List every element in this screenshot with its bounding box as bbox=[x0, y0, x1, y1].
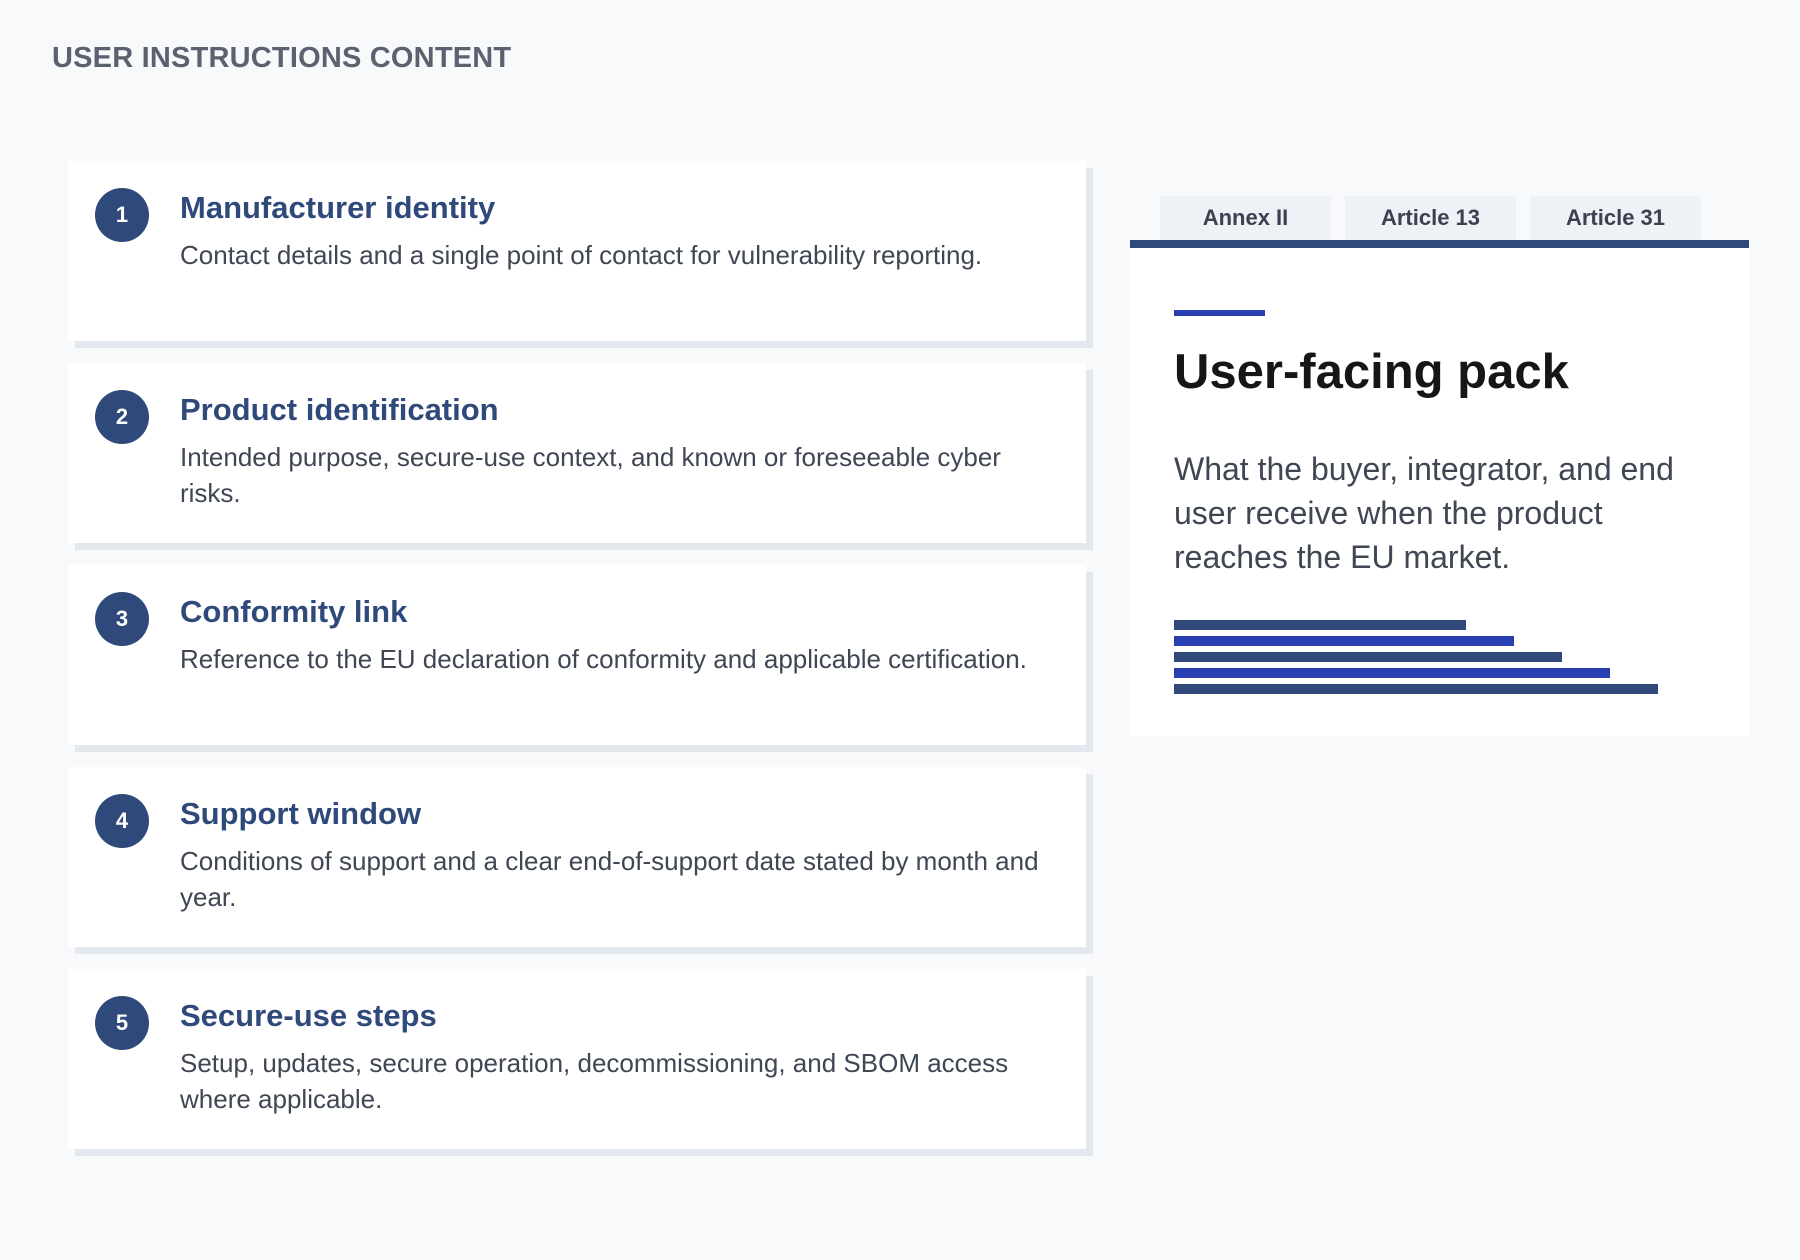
step-title: Secure-use steps bbox=[180, 998, 437, 1033]
card-body: 4 Support window Conditions of support a… bbox=[68, 767, 1086, 947]
user-facing-pack-panel: User-facing pack What the buyer, integra… bbox=[1130, 240, 1749, 736]
step-title: Support window bbox=[180, 796, 422, 831]
steps-list: 1 Manufacturer identity Contact details … bbox=[68, 161, 1093, 1171]
card-body: 3 Conformity link Reference to the EU de… bbox=[68, 565, 1086, 745]
panel-description: What the buyer, integrator, and end user… bbox=[1174, 451, 1674, 575]
step-description: Contact details and a single point of co… bbox=[180, 240, 983, 270]
step-card-1: 1 Manufacturer identity Contact details … bbox=[68, 161, 1093, 348]
reference-tabs: Annex II Article 13 Article 31 bbox=[1160, 196, 1701, 240]
step-number-badge: 3 bbox=[95, 592, 149, 646]
page-title: USER INSTRUCTIONS CONTENT bbox=[52, 42, 512, 74]
decorative-bar bbox=[1174, 620, 1466, 630]
step-number-badge: 1 bbox=[95, 188, 149, 242]
card-body: 2 Product identification Intended purpos… bbox=[68, 363, 1086, 543]
step-card-3: 3 Conformity link Reference to the EU de… bbox=[68, 565, 1093, 752]
card-body: 1 Manufacturer identity Contact details … bbox=[68, 161, 1086, 341]
step-description: Conditions of support and a clear end-of… bbox=[180, 846, 1039, 912]
card-body: 5 Secure-use steps Setup, updates, secur… bbox=[68, 969, 1086, 1149]
tab-article-13[interactable]: Article 13 bbox=[1345, 196, 1516, 240]
step-number-badge: 2 bbox=[95, 390, 149, 444]
decorative-bars bbox=[1174, 620, 1658, 700]
accent-rule bbox=[1174, 310, 1265, 316]
step-title: Manufacturer identity bbox=[180, 190, 496, 225]
tab-article-31[interactable]: Article 31 bbox=[1530, 196, 1701, 240]
step-card-2: 2 Product identification Intended purpos… bbox=[68, 363, 1093, 550]
step-title: Conformity link bbox=[180, 594, 408, 629]
panel-title: User-facing pack bbox=[1174, 345, 1569, 399]
decorative-bar bbox=[1174, 652, 1562, 662]
step-description: Reference to the EU declaration of confo… bbox=[180, 644, 1027, 674]
step-description: Setup, updates, secure operation, decomm… bbox=[180, 1048, 1009, 1114]
step-number-badge: 4 bbox=[95, 794, 149, 848]
decorative-bar bbox=[1174, 668, 1610, 678]
step-description: Intended purpose, secure-use context, an… bbox=[180, 442, 1001, 508]
decorative-bar bbox=[1174, 684, 1658, 694]
tab-annex-ii[interactable]: Annex II bbox=[1160, 196, 1331, 240]
step-title: Product identification bbox=[180, 392, 499, 427]
step-card-4: 4 Support window Conditions of support a… bbox=[68, 767, 1093, 954]
decorative-bar bbox=[1174, 636, 1514, 646]
step-card-5: 5 Secure-use steps Setup, updates, secur… bbox=[68, 969, 1093, 1156]
step-number-badge: 5 bbox=[95, 996, 149, 1050]
